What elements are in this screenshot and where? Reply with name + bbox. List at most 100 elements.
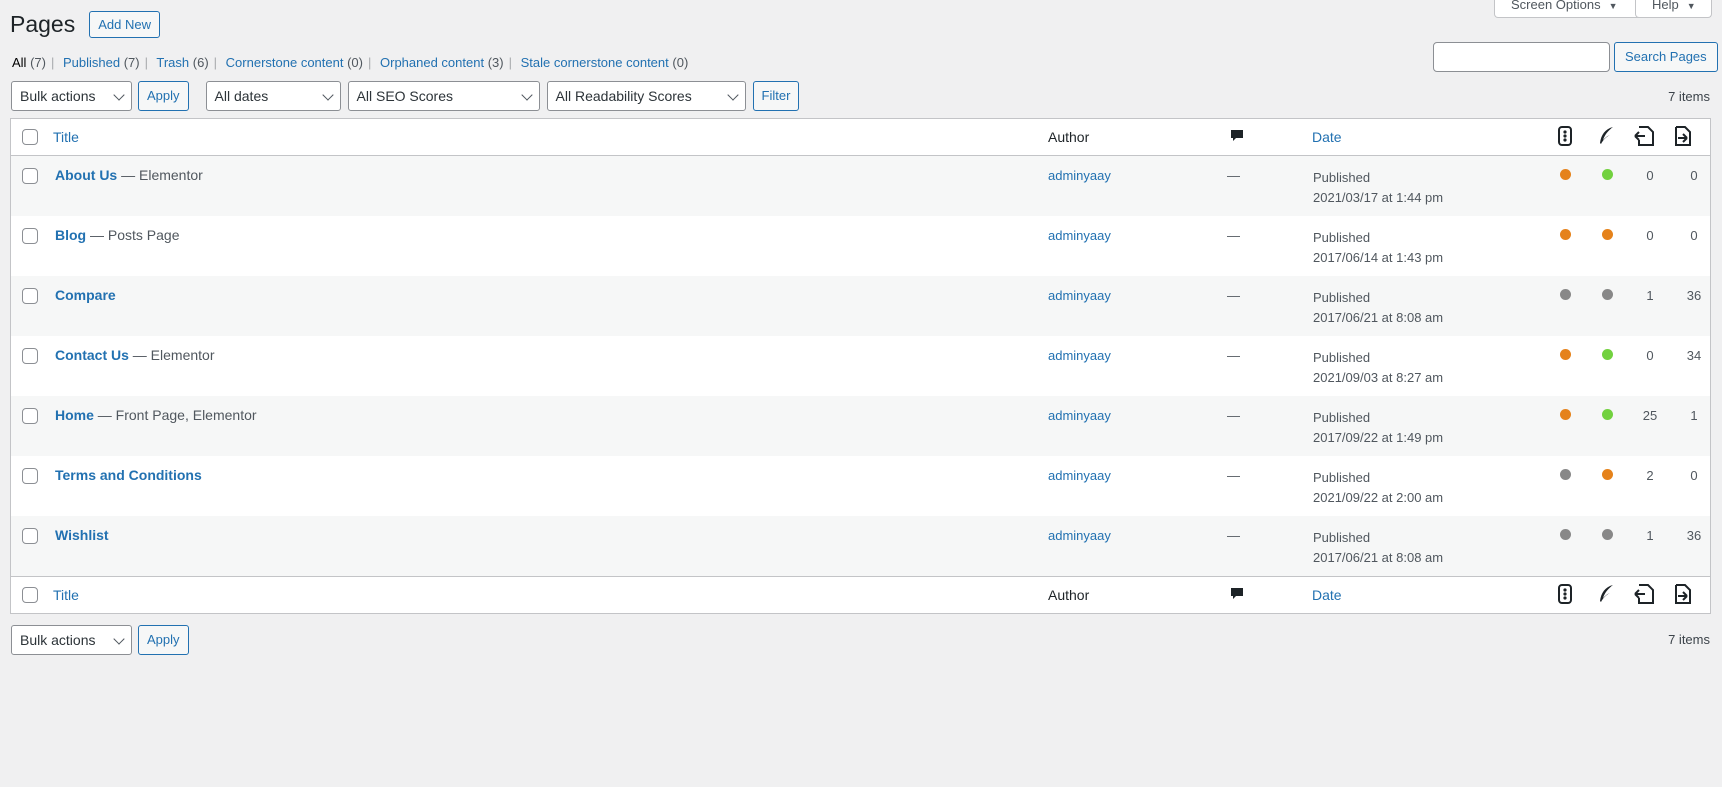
search-input[interactable] bbox=[1433, 42, 1610, 72]
bulk-actions-select-bottom[interactable]: Bulk actions bbox=[11, 625, 132, 655]
post-state: — Elementor bbox=[128, 347, 215, 363]
view-trash-count: (6) bbox=[192, 55, 209, 70]
filter-button[interactable]: Filter bbox=[752, 81, 800, 111]
readability-feather-icon[interactable] bbox=[1597, 126, 1615, 149]
post-date: 2017/06/21 at 8:08 am bbox=[1313, 310, 1444, 325]
row-checkbox[interactable] bbox=[22, 528, 38, 544]
readability-score-dot bbox=[1602, 409, 1613, 420]
comment-bubble-icon[interactable] bbox=[1229, 586, 1245, 605]
row-checkbox[interactable] bbox=[22, 288, 38, 304]
readability-score-dot bbox=[1602, 229, 1613, 240]
select-all-checkbox-footer[interactable] bbox=[22, 587, 38, 603]
items-count-top: 7 items bbox=[1668, 89, 1710, 104]
view-cornerstone-link[interactable]: Cornerstone content bbox=[226, 55, 344, 70]
row-checkbox[interactable] bbox=[22, 168, 38, 184]
author-link[interactable]: adminyaay bbox=[1048, 468, 1111, 483]
row-checkbox[interactable] bbox=[22, 468, 38, 484]
outgoing-links-count: 25 bbox=[1642, 408, 1658, 423]
seo-traffic-light-icon[interactable] bbox=[1556, 125, 1574, 149]
outgoing-links-icon[interactable] bbox=[1633, 583, 1655, 607]
author-link[interactable]: adminyaay bbox=[1048, 228, 1111, 243]
table-row: About Us — Elementor adminyaay — Published 2… bbox=[11, 156, 1710, 216]
page-title-link[interactable]: Blog bbox=[55, 227, 86, 243]
page-title-link[interactable]: Contact Us bbox=[55, 347, 129, 363]
date-column-header[interactable]: Date bbox=[1312, 129, 1342, 145]
page-title-link[interactable]: Compare bbox=[55, 287, 116, 303]
chevron-down-icon bbox=[520, 89, 533, 101]
row-title-cell: Compare bbox=[55, 287, 116, 303]
comment-count: — bbox=[1227, 168, 1240, 183]
view-all-link[interactable]: All bbox=[12, 55, 26, 70]
view-published-count: (7) bbox=[123, 55, 140, 70]
post-status: Published bbox=[1313, 230, 1371, 245]
incoming-links-icon[interactable] bbox=[1672, 583, 1694, 607]
bulk-actions-value: Bulk actions bbox=[20, 88, 96, 104]
seo-score-dot bbox=[1560, 529, 1571, 540]
table-row: Home — Front Page, Elementor adminyaay — Pu… bbox=[11, 396, 1710, 456]
date-column-footer[interactable]: Date bbox=[1312, 587, 1342, 603]
author-link[interactable]: adminyaay bbox=[1048, 528, 1111, 543]
table-footer-row: Title Author Date bbox=[11, 576, 1710, 613]
row-title-cell: About Us — Elementor bbox=[55, 167, 203, 183]
page-title-link[interactable]: About Us bbox=[55, 167, 117, 183]
seo-score-dot bbox=[1560, 349, 1571, 360]
row-checkbox[interactable] bbox=[22, 348, 38, 364]
title-column-header[interactable]: Title bbox=[53, 129, 79, 145]
view-published-link[interactable]: Published bbox=[63, 55, 120, 70]
author-link[interactable]: adminyaay bbox=[1048, 168, 1111, 183]
readability-scores-select[interactable]: All Readability Scores bbox=[546, 81, 746, 111]
screen-options-label: Screen Options bbox=[1511, 0, 1601, 12]
outgoing-links-count: 0 bbox=[1646, 228, 1654, 243]
author-column-footer: Author bbox=[1048, 587, 1090, 603]
bulk-actions-select[interactable]: Bulk actions bbox=[11, 81, 132, 111]
apply-button[interactable]: Apply bbox=[138, 81, 189, 111]
outgoing-links-count: 1 bbox=[1646, 288, 1654, 303]
outgoing-links-count: 0 bbox=[1646, 168, 1654, 183]
comment-bubble-icon[interactable] bbox=[1229, 128, 1245, 147]
dates-filter-select[interactable]: All dates bbox=[205, 81, 341, 111]
post-state: — Elementor bbox=[117, 167, 203, 183]
author-link[interactable]: adminyaay bbox=[1048, 408, 1111, 423]
view-orphaned-count: (3) bbox=[487, 55, 504, 70]
readability-score-dot bbox=[1602, 289, 1613, 300]
incoming-links-count: 1 bbox=[1690, 408, 1698, 423]
view-stale-cornerstone-count: (0) bbox=[672, 55, 689, 70]
comment-count: — bbox=[1227, 228, 1240, 243]
readability-feather-icon[interactable] bbox=[1597, 584, 1615, 607]
comment-count: — bbox=[1227, 528, 1240, 543]
outgoing-links-icon[interactable] bbox=[1633, 125, 1655, 149]
apply-button-bottom[interactable]: Apply bbox=[138, 625, 189, 655]
row-checkbox[interactable] bbox=[22, 228, 38, 244]
search-pages-button[interactable]: Search Pages bbox=[1614, 42, 1718, 72]
view-stale-cornerstone-link[interactable]: Stale cornerstone content bbox=[521, 55, 669, 70]
title-column-footer[interactable]: Title bbox=[53, 587, 79, 603]
dates-filter-value: All dates bbox=[214, 88, 269, 104]
chevron-down-icon bbox=[113, 633, 125, 645]
seo-scores-select[interactable]: All SEO Scores bbox=[347, 81, 540, 111]
date-cell: Published 2017/06/21 at 8:08 am bbox=[1313, 528, 1443, 568]
seo-traffic-light-icon[interactable] bbox=[1556, 583, 1574, 607]
view-trash-link[interactable]: Trash bbox=[156, 55, 189, 70]
seo-score-dot bbox=[1560, 469, 1571, 480]
incoming-links-count: 0 bbox=[1690, 168, 1698, 183]
help-button[interactable]: Help ▼ bbox=[1635, 0, 1712, 18]
caret-down-icon: ▼ bbox=[1608, 1, 1618, 11]
select-all-checkbox[interactable] bbox=[22, 129, 38, 145]
author-link[interactable]: adminyaay bbox=[1048, 348, 1111, 363]
post-status: Published bbox=[1313, 350, 1371, 365]
page-title-link[interactable]: Home bbox=[55, 407, 94, 423]
author-link[interactable]: adminyaay bbox=[1048, 288, 1111, 303]
view-orphaned-link[interactable]: Orphaned content bbox=[380, 55, 484, 70]
add-new-button[interactable]: Add New bbox=[89, 11, 160, 38]
row-checkbox[interactable] bbox=[22, 408, 38, 424]
comment-count: — bbox=[1227, 468, 1240, 483]
table-header-row: Title Author Date bbox=[11, 119, 1710, 156]
chevron-down-icon bbox=[113, 89, 125, 101]
page-title-link[interactable]: Wishlist bbox=[55, 527, 109, 543]
page-title-link[interactable]: Terms and Conditions bbox=[55, 467, 202, 483]
readability-score-dot bbox=[1602, 529, 1613, 540]
bulk-actions-value: Bulk actions bbox=[20, 632, 96, 648]
view-cornerstone-count: (0) bbox=[347, 55, 363, 70]
outgoing-links-count: 0 bbox=[1646, 348, 1654, 363]
incoming-links-icon[interactable] bbox=[1672, 125, 1694, 149]
